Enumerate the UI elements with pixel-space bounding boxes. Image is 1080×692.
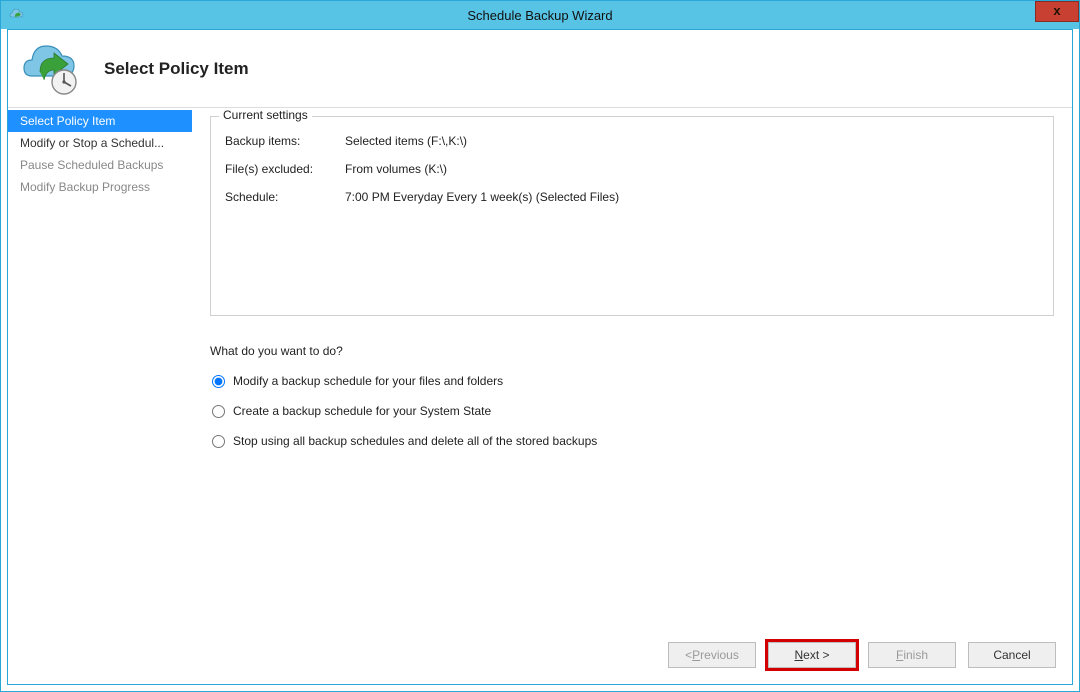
- files-excluded-value: From volumes (K:\): [345, 162, 447, 176]
- next-button[interactable]: Next >: [768, 642, 856, 668]
- current-settings-legend: Current settings: [219, 108, 312, 122]
- step-select-policy-item[interactable]: Select Policy Item: [8, 110, 192, 132]
- wizard-steps-sidebar: Select Policy Item Modify or Stop a Sche…: [8, 108, 192, 684]
- previous-button-post: revious: [700, 648, 739, 662]
- current-settings-group: Current settings Backup items: Selected …: [210, 116, 1054, 316]
- finish-button: Finish: [868, 642, 956, 668]
- close-button[interactable]: x: [1035, 1, 1079, 22]
- previous-button: < Previous: [668, 642, 756, 668]
- next-button-mn: N: [794, 648, 803, 662]
- step-modify-or-stop[interactable]: Modify or Stop a Schedul...: [8, 132, 192, 154]
- option-stop-and-delete-label: Stop using all backup schedules and dele…: [233, 434, 597, 448]
- wizard-header-icon: [18, 42, 82, 96]
- finish-button-post: inish: [903, 648, 928, 662]
- titlebar: Schedule Backup Wizard x: [1, 1, 1079, 29]
- option-modify-files-schedule-radio[interactable]: [212, 375, 225, 388]
- previous-button-pre: <: [685, 648, 692, 662]
- backup-items-value: Selected items (F:\,K:\): [345, 134, 467, 148]
- next-button-post: ext >: [803, 648, 829, 662]
- schedule-label: Schedule:: [225, 190, 345, 204]
- option-create-system-state-schedule-radio[interactable]: [212, 405, 225, 418]
- option-modify-files-schedule-label: Modify a backup schedule for your files …: [233, 374, 503, 388]
- wizard-page: Current settings Backup items: Selected …: [192, 108, 1072, 684]
- cancel-button[interactable]: Cancel: [968, 642, 1056, 668]
- window-title: Schedule Backup Wizard: [1, 8, 1079, 23]
- option-create-system-state-schedule-label: Create a backup schedule for your System…: [233, 404, 491, 418]
- step-pause-scheduled-backups: Pause Scheduled Backups: [8, 154, 192, 176]
- files-excluded-label: File(s) excluded:: [225, 162, 345, 176]
- finish-button-mn: F: [896, 648, 903, 662]
- option-create-system-state-schedule[interactable]: Create a backup schedule for your System…: [210, 404, 1054, 418]
- cancel-button-label: Cancel: [993, 648, 1030, 662]
- wizard-window: Schedule Backup Wizard x Select Policy I…: [0, 0, 1080, 692]
- step-modify-backup-progress: Modify Backup Progress: [8, 176, 192, 198]
- wizard-header: Select Policy Item: [8, 30, 1072, 108]
- window-body: Select Policy Item Select Policy Item Mo…: [7, 29, 1073, 685]
- page-title: Select Policy Item: [104, 59, 249, 79]
- option-stop-and-delete[interactable]: Stop using all backup schedules and dele…: [210, 434, 1054, 448]
- schedule-value: 7:00 PM Everyday Every 1 week(s) (Select…: [345, 190, 619, 204]
- option-modify-files-schedule[interactable]: Modify a backup schedule for your files …: [210, 374, 1054, 388]
- question-prompt: What do you want to do?: [210, 344, 1054, 358]
- wizard-footer: < Previous Next > Finish Cancel: [668, 642, 1056, 668]
- previous-button-mn: P: [692, 648, 700, 662]
- backup-items-label: Backup items:: [225, 134, 345, 148]
- option-stop-and-delete-radio[interactable]: [212, 435, 225, 448]
